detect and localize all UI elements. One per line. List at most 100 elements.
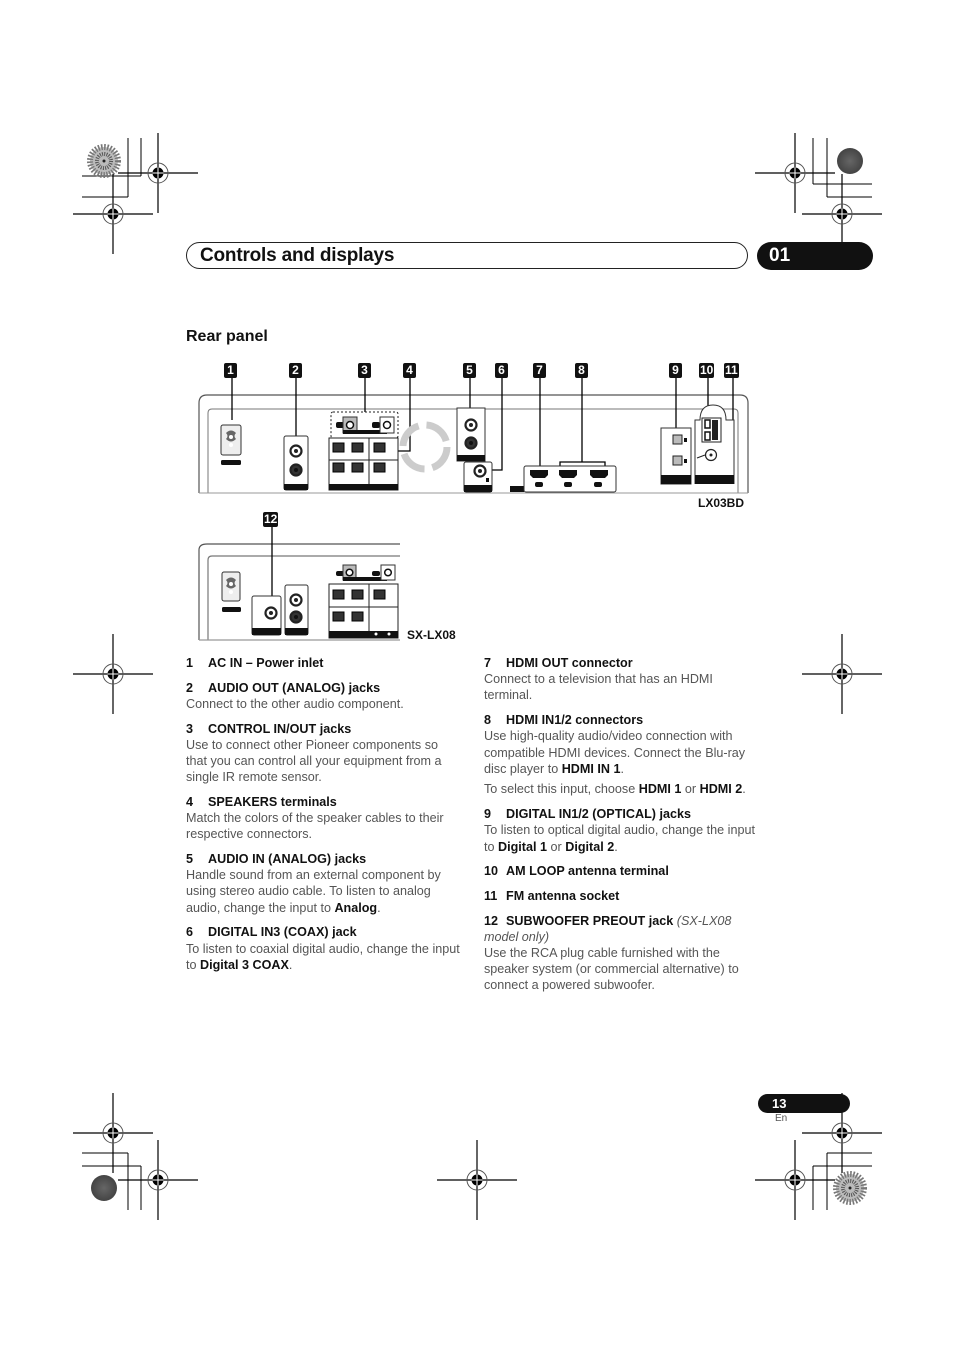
- optical-jack-icon: [672, 455, 683, 466]
- item-description: Handle sound from an external component …: [186, 867, 462, 916]
- item-number: 11: [484, 888, 498, 903]
- audio-in-jacks: [456, 407, 486, 462]
- hdmi-ports: [510, 465, 617, 493]
- item-description: Use high-quality audio/video connection …: [484, 728, 760, 777]
- callout-11: 11: [724, 363, 739, 378]
- gray-target-icon: [91, 1175, 117, 1201]
- item-number: 3: [186, 721, 194, 736]
- callout-6: 6: [495, 363, 508, 378]
- text-segment: Match the colors of the speaker cables t…: [186, 811, 444, 842]
- subwoofer-preout-jack: [251, 595, 282, 636]
- description-item-title: 4 SPEAKERS terminals: [186, 794, 462, 810]
- control-in-out-jacks: [330, 411, 399, 439]
- sub-audio-out-jacks: [284, 584, 309, 636]
- rear-panel-diagram: [198, 378, 749, 641]
- ac-power-inlet-icon: [220, 424, 242, 465]
- emphasized-term: Analog: [334, 900, 378, 915]
- description-item-title: 11 FM antenna socket: [484, 888, 760, 904]
- text-segment: .: [614, 839, 618, 854]
- text-segment: or: [681, 782, 700, 797]
- description-item-title: 12 SUBWOOFER PREOUT jack (SX-LX08 model o…: [484, 913, 760, 945]
- description-item: 2 AUDIO OUT (ANALOG) jacks Connect to the …: [186, 680, 462, 712]
- item-description: Match the colors of the speaker cables t…: [186, 810, 462, 842]
- audio-out-jacks: [283, 435, 309, 491]
- item-title: HDMI IN1/2 connectors: [506, 713, 644, 728]
- sub-control-jacks: [336, 564, 396, 581]
- description-item: 11 FM antenna socket: [484, 888, 760, 904]
- callout-3: 3: [358, 363, 371, 378]
- text-segment: .: [288, 957, 293, 972]
- callout-4: 4: [403, 363, 416, 378]
- text-segment: Connect to a television that has an HDMI…: [484, 672, 713, 703]
- item-description: To select this input, choose HDMI 1 or H…: [484, 781, 760, 797]
- model-label-main: LX03BD: [698, 496, 745, 510]
- registration-mark-icon: [73, 1093, 153, 1173]
- item-number: 5: [186, 852, 194, 867]
- description-item: 4 SPEAKERS terminals Match the colors of t…: [186, 794, 462, 843]
- emphasized-term: HDMI 2: [699, 782, 743, 797]
- description-column-left: 1 AC IN – Power inlet 2 AUDIO OUT (ANALOG) …: [186, 655, 462, 981]
- description-item: 12 SUBWOOFER PREOUT jack (SX-LX08 model o…: [484, 913, 760, 994]
- callout-12: 12: [263, 512, 279, 527]
- text-segment: Connect to the other audio component.: [186, 696, 404, 711]
- item-number: 6: [186, 925, 194, 940]
- text-segment: Use the RCA plug cable furnished with th…: [484, 946, 739, 993]
- text-segment: Handle sound from an external component …: [186, 868, 441, 915]
- text-segment: .: [742, 782, 746, 797]
- item-number: 8: [484, 713, 492, 728]
- emphasized-term: HDMI 1: [638, 782, 682, 797]
- description-item-title: 2 AUDIO OUT (ANALOG) jacks: [186, 680, 462, 696]
- item-title: AUDIO OUT (ANALOG) jacks: [208, 680, 381, 695]
- item-number: 2: [186, 680, 194, 695]
- item-number: 12: [484, 913, 499, 928]
- item-number: 10: [484, 864, 499, 879]
- item-title: DIGITAL IN1/2 (OPTICAL) jacks: [506, 807, 691, 822]
- registration-mark-icon: [118, 1140, 198, 1220]
- emphasized-term: Digital 1: [498, 839, 548, 854]
- callout-10: 10: [699, 363, 715, 378]
- item-title: DIGITAL IN3 (COAX) jack: [208, 925, 357, 940]
- item-description: To listen to optical digital audio, chan…: [484, 822, 760, 854]
- callout-2: 2: [289, 363, 302, 378]
- optical-jack-icon: [672, 434, 683, 445]
- speaker-terminals: [328, 437, 399, 491]
- sub-speaker-terminals: [328, 583, 399, 639]
- optical-jacks: [660, 427, 692, 485]
- item-title: SPEAKERS terminals: [208, 794, 337, 809]
- callout-9: 9: [669, 363, 682, 378]
- callout-7: 7: [533, 363, 546, 378]
- page-number-badge: 13: [758, 1094, 850, 1113]
- page-language: En: [775, 1113, 788, 1124]
- description-item: 1 AC IN – Power inlet: [186, 655, 462, 671]
- callout-8: 8: [575, 363, 588, 378]
- item-number: 7: [484, 656, 492, 670]
- item-title: AC IN – Power inlet: [208, 656, 324, 670]
- item-number: 4: [186, 794, 194, 809]
- item-description: To listen to coaxial digital audio, chan…: [186, 941, 462, 973]
- antenna-terminals: [694, 404, 735, 484]
- item-title: SUBWOOFER PREOUT jack: [506, 913, 674, 928]
- description-item-title: 5 AUDIO IN (ANALOG) jacks: [186, 851, 462, 867]
- model-label-sub: SX-LX08: [407, 628, 456, 642]
- crop-mark-bottom-left: [82, 1152, 142, 1210]
- callout-5: 5: [463, 363, 476, 378]
- starburst-target-icon: [833, 1171, 867, 1205]
- item-description: Connect to the other audio component.: [186, 696, 462, 712]
- item-title: AM LOOP antenna terminal: [506, 864, 669, 879]
- description-item-title: 1 AC IN – Power inlet: [186, 655, 462, 671]
- registration-mark-icon: [437, 1140, 517, 1220]
- description-item-title: 10 AM LOOP antenna terminal: [484, 863, 760, 879]
- emphasized-term: Digital 3 COAX: [200, 957, 289, 972]
- description-item: 6 DIGITAL IN3 (COAX) jack To listen to coa…: [186, 924, 462, 973]
- emphasized-term: Digital 2: [565, 839, 615, 854]
- description-item: 7 HDMI OUT connector Connect to a televisi…: [484, 655, 760, 704]
- text-segment: .: [377, 900, 381, 915]
- sub-ac-power-inlet-icon: [221, 571, 241, 612]
- item-description: Use the RCA plug cable furnished with th…: [484, 945, 760, 994]
- description-column-right: 7 HDMI OUT connector Connect to a televisi…: [484, 655, 760, 1002]
- text-segment: Use to connect other Pioneer components …: [186, 737, 442, 785]
- item-title: AUDIO IN (ANALOG) jacks: [208, 852, 367, 867]
- item-title: HDMI OUT connector: [506, 656, 633, 670]
- text-segment: .: [620, 761, 624, 776]
- description-item: 10 AM LOOP antenna terminal: [484, 863, 760, 879]
